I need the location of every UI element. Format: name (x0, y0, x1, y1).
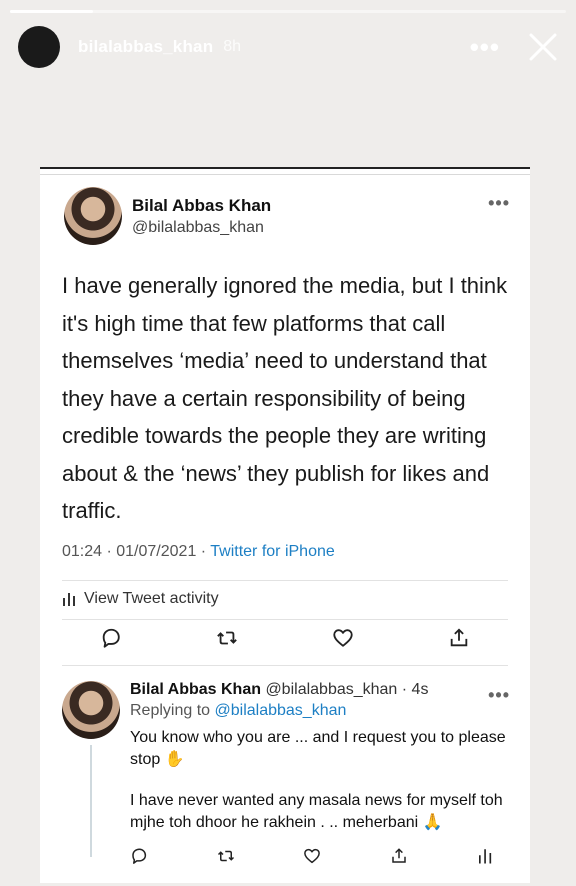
share-icon (450, 628, 468, 647)
tweet-text: I have generally ignored the media, but … (62, 273, 508, 523)
tweet-actions (100, 627, 470, 649)
replying-to: Replying to @bilalabbas_khan (130, 702, 510, 720)
replying-prefix: Replying to (130, 702, 215, 719)
analytics-icon (479, 849, 492, 864)
reply-handle-time: @bilalabbas_khan · 4s (265, 681, 429, 698)
handle: @bilalabbas_khan (132, 218, 264, 236)
reply-line-1: You know who you are ... and I request y… (130, 729, 506, 768)
thread-line (90, 745, 92, 857)
tweet-screenshot: Bilal Abbas Khan @bilalabbas_khan ••• I … (40, 167, 530, 883)
reply-line-2: I have never wanted any masala news for … (130, 792, 503, 831)
story-header: bilalabbas_khan 8h ••• (18, 26, 558, 68)
story-username[interactable]: bilalabbas_khan (78, 37, 213, 57)
retweet-icon (217, 631, 237, 645)
avatar (62, 681, 120, 739)
tweet-source: Twitter for iPhone (210, 543, 335, 560)
tweet-header: Bilal Abbas Khan @bilalabbas_khan ••• (64, 187, 510, 245)
reply-actions (130, 847, 494, 865)
like-icon (333, 629, 353, 647)
reply-icon (132, 848, 147, 864)
reply-icon (102, 628, 120, 648)
retweet-icon (217, 850, 234, 862)
story-time: 8h (223, 38, 242, 55)
tweet-meta: 01:24 · 01/07/2021 · Twitter for iPhone (62, 543, 335, 561)
view-activity-row: View Tweet activity (62, 590, 219, 608)
display-name: Bilal Abbas Khan (132, 195, 272, 215)
divider (62, 580, 508, 581)
story-progress-bar (10, 10, 566, 13)
reply-more-icon: ••• (488, 685, 510, 705)
reply-header: Bilal Abbas Khan @bilalabbas_khan · 4s (130, 681, 510, 699)
tweet-more-icon: ••• (488, 193, 510, 213)
share-icon (391, 848, 406, 863)
story-more-button[interactable]: ••• (470, 34, 500, 60)
replying-mention: @bilalabbas_khan (214, 702, 347, 719)
story-progress-fill (10, 10, 94, 13)
like-icon (304, 848, 320, 864)
divider (62, 619, 508, 620)
avatar (64, 187, 122, 245)
card-divider (40, 174, 530, 175)
story-avatar[interactable] (18, 26, 60, 68)
view-activity-label: View Tweet activity (84, 590, 219, 607)
close-button[interactable] (528, 32, 558, 62)
reply-text: You know who you are ... and I request y… (130, 727, 510, 834)
divider (62, 665, 508, 666)
close-icon (529, 33, 557, 61)
tweet-timestamp: 01:24 · 01/07/2021 · (62, 543, 211, 560)
reply-display-name: Bilal Abbas Khan (130, 681, 261, 698)
analytics-icon (63, 593, 75, 606)
